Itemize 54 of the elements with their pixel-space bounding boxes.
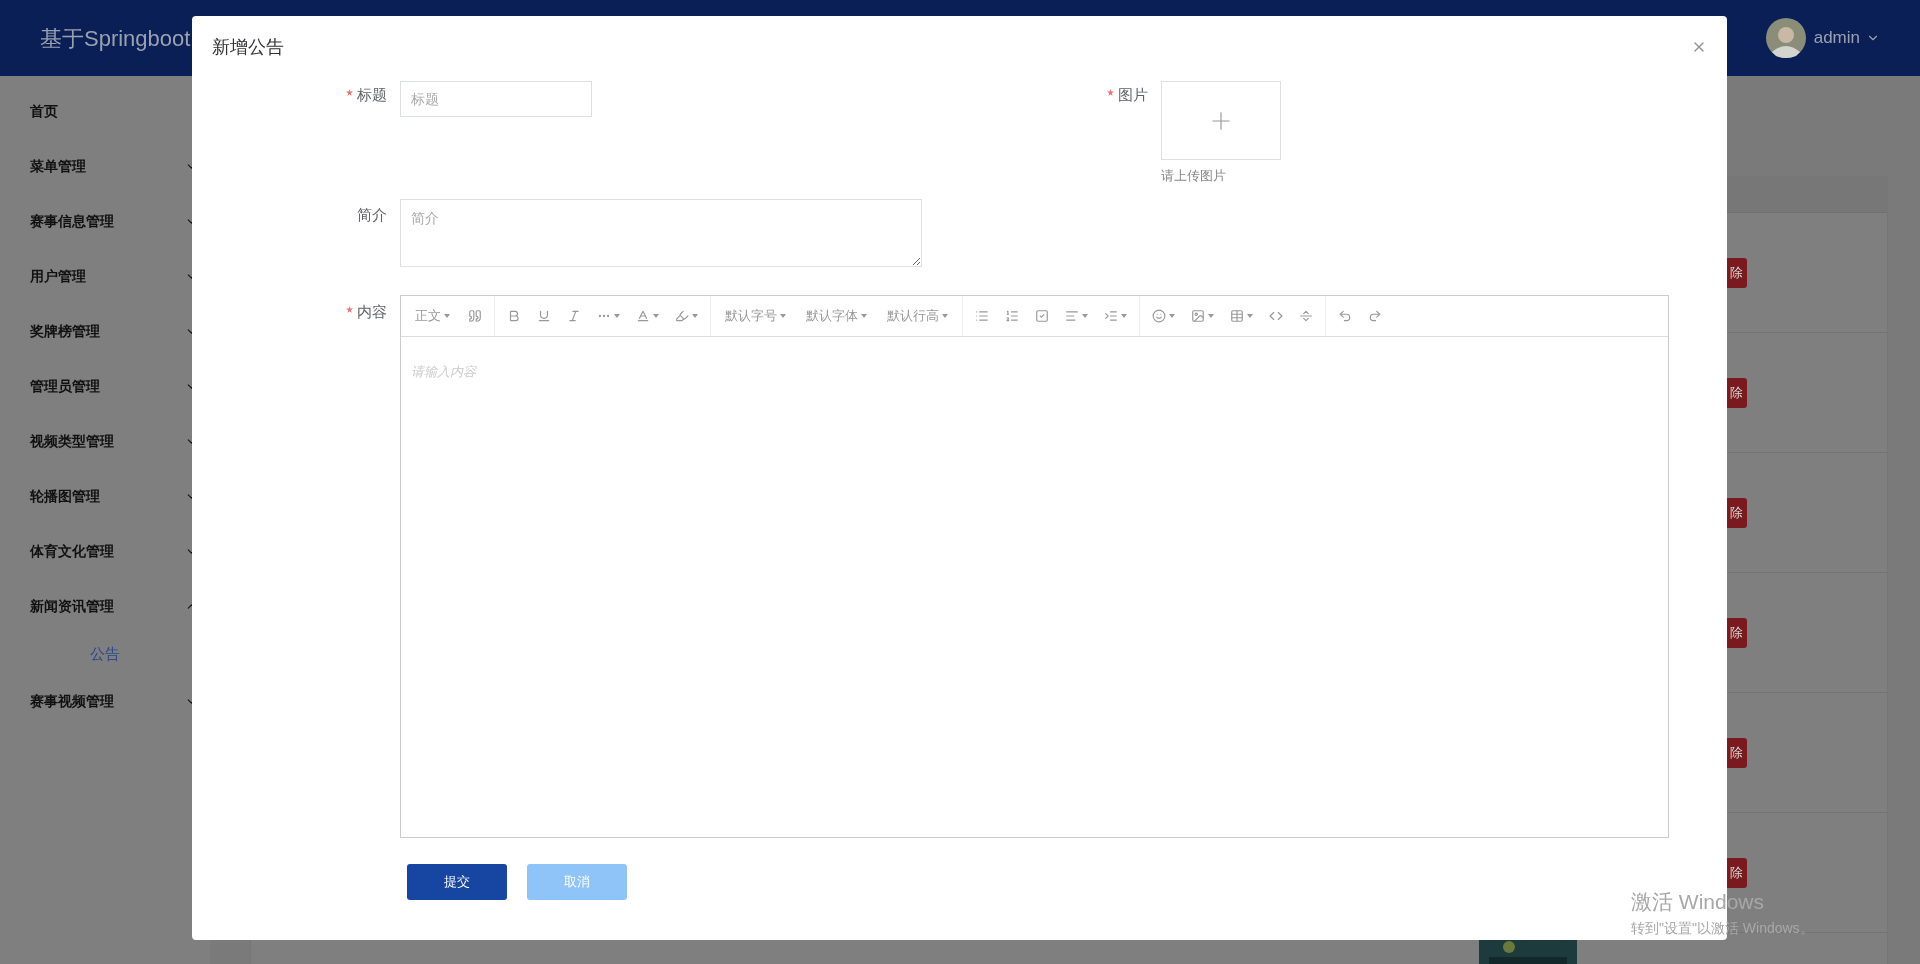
redo-icon	[1368, 309, 1382, 323]
title-input[interactable]: 标题	[400, 81, 592, 117]
field-label: 标题	[357, 85, 387, 105]
indent-icon	[1104, 309, 1118, 323]
image-icon	[1191, 309, 1205, 323]
checkbox-icon	[1035, 309, 1049, 323]
toolbar-dropdown[interactable]: 正文	[405, 301, 460, 331]
undo-icon	[1338, 309, 1352, 323]
caret-icon	[614, 314, 620, 318]
align-icon	[1065, 309, 1079, 323]
upload-hint: 请上传图片	[1161, 167, 1227, 185]
dialog-title: 新增公告	[212, 35, 284, 59]
caret-icon	[861, 314, 867, 318]
caret-icon	[692, 314, 698, 318]
font-color-icon	[636, 309, 650, 323]
quote-icon	[468, 309, 482, 323]
user-menu[interactable]: admin	[1813, 25, 1880, 51]
bullet-list-icon	[975, 309, 989, 323]
caret-icon	[653, 314, 659, 318]
delete-button[interactable]: 除	[1727, 497, 1747, 528]
table-icon	[1230, 309, 1244, 323]
delete-button[interactable]: 除	[1727, 257, 1747, 288]
field-label: 图片	[1118, 85, 1148, 105]
submit-button[interactable]: 提交	[407, 864, 507, 900]
underline-icon	[537, 309, 551, 323]
app-title: 基于Springboot	[40, 24, 191, 53]
italic-icon	[567, 309, 581, 323]
toolbar-dropdown[interactable]: 默认字体	[796, 301, 877, 331]
sidebar-item[interactable]: 首页	[0, 84, 210, 139]
caret-icon	[1121, 314, 1127, 318]
toolbar-dropdown[interactable]: 默认字号	[715, 301, 796, 331]
summary-textarea[interactable]: 简介	[400, 199, 922, 267]
code-icon	[1269, 309, 1283, 323]
delete-button[interactable]: 除	[1727, 737, 1747, 768]
avatar-icon	[1765, 18, 1806, 58]
bold-icon	[507, 309, 521, 323]
toolbar-dropdown[interactable]: 默认行高	[877, 301, 958, 331]
caret-icon	[780, 314, 786, 318]
caret-icon	[1082, 314, 1088, 318]
caret-icon	[444, 314, 450, 318]
image-upload[interactable]	[1161, 81, 1281, 160]
caret-icon	[942, 314, 948, 318]
delete-button[interactable]: 除	[1727, 377, 1747, 408]
caret-icon	[1208, 314, 1214, 318]
delete-button[interactable]: 除	[1727, 857, 1747, 888]
divider-icon	[1299, 309, 1313, 323]
caret-icon	[1169, 314, 1175, 318]
numbered-list-icon	[1005, 309, 1019, 323]
emoji-icon	[1152, 309, 1166, 323]
caret-icon	[1247, 314, 1253, 318]
field-label: 简介	[357, 205, 387, 225]
field-label: 内容	[357, 302, 387, 322]
highlight-icon	[675, 309, 689, 323]
delete-button[interactable]: 除	[1727, 617, 1747, 648]
